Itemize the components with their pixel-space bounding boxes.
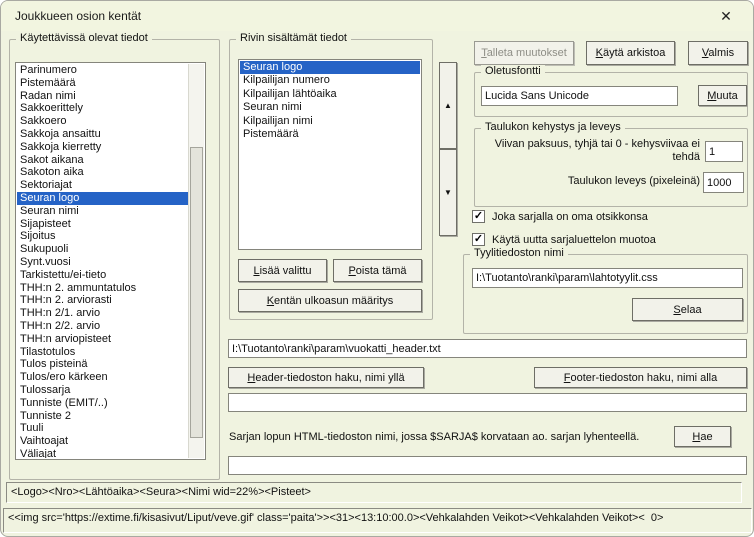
list-item[interactable]: THH:n 2/1. arvio <box>17 307 188 320</box>
change-font-button[interactable]: Muuta <box>698 85 747 106</box>
scrollbar-thumb[interactable] <box>190 147 203 439</box>
default-font-group-label: Oletusfontti <box>481 65 545 77</box>
list-item[interactable]: Kilpailijan lähtöaika <box>240 88 420 101</box>
list-item[interactable]: Tunniste 2 <box>17 410 188 423</box>
save-changes-button[interactable]: Talleta muutokset <box>474 41 574 65</box>
up-arrow-icon: ▲ <box>444 101 452 110</box>
row-fields-group: Rivin sisältämät tiedot Seuran logoKilpa… <box>229 39 433 320</box>
table-frame-group: Taulukon kehystys ja leveys Viivan paksu… <box>474 128 748 207</box>
list-item[interactable]: Synt.vuosi <box>17 256 188 269</box>
list-item[interactable]: THH:n 2. ammuntatulos <box>17 282 188 295</box>
list-item[interactable]: Kilpailijan nimi <box>240 115 420 128</box>
list-item[interactable]: Tilastotulos <box>17 346 188 359</box>
available-fields-group: Käytettävissä olevat tiedot ParinumeroPi… <box>9 39 220 480</box>
row-preview-status: <<img src='https://extime.fi/kisasivut/L… <box>3 508 752 533</box>
border-thickness-input[interactable] <box>705 141 743 162</box>
list-item[interactable]: Tulos pisteinä <box>17 358 188 371</box>
field-layout-button[interactable]: Kentän ulkoasun määritys <box>238 289 422 312</box>
list-item[interactable]: Sektoriajat <box>17 179 188 192</box>
fetch-button[interactable]: Hae <box>674 426 731 447</box>
list-item[interactable]: Sijoitus <box>17 230 188 243</box>
browse-button[interactable]: Selaa <box>632 298 743 321</box>
border-thickness-label: Viivan paksuus, tyhjä tai 0 - kehysviiva… <box>482 138 700 163</box>
style-file-input[interactable] <box>472 268 743 288</box>
list-item[interactable]: Tunniste (EMIT/..) <box>17 397 188 410</box>
table-frame-group-label: Taulukon kehystys ja leveys <box>481 121 625 133</box>
table-width-label: Taulukon leveys (pixeleinä) <box>482 175 700 187</box>
list-item[interactable]: Pistemäärä <box>240 128 420 141</box>
list-item[interactable]: Seuran logo <box>240 61 420 74</box>
list-item[interactable]: Sakoton aika <box>17 166 188 179</box>
available-fields-listbox[interactable]: ParinumeroPistemääräRadan nimiSakkoeritt… <box>15 62 206 460</box>
list-item[interactable]: Kilpailijan numero <box>240 74 420 87</box>
move-down-button[interactable]: ▼ <box>439 149 457 236</box>
list-item[interactable]: Pistemäärä <box>17 77 188 90</box>
checkbox-check-icon: ✓ <box>472 233 485 246</box>
row-template-status: <Logo><Nro><Lähtöaika><Seura><Nimi wid=2… <box>6 482 742 503</box>
own-heading-checkbox-label: Joka sarjalla on oma otsikkonsa <box>492 211 648 223</box>
footer-file-button[interactable]: Footer-tiedoston haku, nimi alla <box>534 367 747 388</box>
list-item[interactable]: Sakkoja kierretty <box>17 141 188 154</box>
list-item[interactable]: Väliajat <box>17 448 188 458</box>
list-item[interactable]: Vaihtoajat <box>17 435 188 448</box>
list-item[interactable]: Seuran nimi <box>17 205 188 218</box>
checkbox-check-icon: ✓ <box>472 210 485 223</box>
add-selected-button[interactable]: Lisää valittu <box>238 259 327 282</box>
series-end-html-input[interactable] <box>228 456 747 475</box>
list-item[interactable]: Sijapisteet <box>17 218 188 231</box>
list-item[interactable]: Parinumero <box>17 64 188 77</box>
remove-this-button[interactable]: Poista tämä <box>333 259 422 282</box>
list-item[interactable]: Sakkoerittely <box>17 102 188 115</box>
list-item[interactable]: THH:n 2. arviorasti <box>17 294 188 307</box>
new-series-list-checkbox-label: Käytä uutta sarjaluettelon muotoa <box>492 234 656 246</box>
close-icon[interactable]: ✕ <box>711 5 741 27</box>
use-archive-button[interactable]: Käytä arkistoa <box>586 41 675 65</box>
move-up-button[interactable]: ▲ <box>439 62 457 149</box>
window-title: Joukkueen osion kentät <box>15 9 141 23</box>
done-button[interactable]: Valmis <box>688 41 748 65</box>
list-item[interactable]: Sakkoja ansaittu <box>17 128 188 141</box>
titlebar: Joukkueen osion kentät ✕ <box>1 1 753 31</box>
table-width-input[interactable] <box>703 172 744 193</box>
default-font-input[interactable] <box>481 86 678 106</box>
row-fields-listbox[interactable]: Seuran logoKilpailijan numeroKilpailijan… <box>238 59 422 250</box>
style-file-group-label: Tyylitiedoston nimi <box>470 247 568 259</box>
header-file-input[interactable] <box>228 339 747 358</box>
list-item[interactable]: Seuran nimi <box>240 101 420 114</box>
footer-file-input[interactable] <box>228 393 747 412</box>
list-item[interactable]: THH:n 2/2. arvio <box>17 320 188 333</box>
scrollbar[interactable] <box>188 64 204 458</box>
list-item[interactable]: Radan nimi <box>17 90 188 103</box>
list-item[interactable]: Tarkistettu/ei-tieto <box>17 269 188 282</box>
list-item[interactable]: Seuran logo <box>17 192 188 205</box>
list-item[interactable]: Tulossarja <box>17 384 188 397</box>
available-fields-group-label: Käytettävissä olevat tiedot <box>16 32 152 44</box>
list-item[interactable]: THH:n arviopisteet <box>17 333 188 346</box>
dialog-window: Joukkueen osion kentät ✕ Käytettävissä o… <box>0 0 754 537</box>
list-item[interactable]: Sukupuoli <box>17 243 188 256</box>
list-item[interactable]: Sakkoero <box>17 115 188 128</box>
list-item[interactable]: Tulos/ero kärkeen <box>17 371 188 384</box>
header-file-button[interactable]: Header-tiedoston haku, nimi yllä <box>228 367 424 388</box>
list-item[interactable]: Tuuli <box>17 422 188 435</box>
own-heading-checkbox[interactable]: ✓ Joka sarjalla on oma otsikkonsa <box>472 210 648 223</box>
list-item[interactable]: Sakot aikana <box>17 154 188 167</box>
down-arrow-icon: ▼ <box>444 188 452 197</box>
style-file-group: Tyylitiedoston nimi Selaa <box>463 254 748 334</box>
new-series-list-checkbox[interactable]: ✓ Käytä uutta sarjaluettelon muotoa <box>472 233 656 246</box>
row-fields-group-label: Rivin sisältämät tiedot <box>236 32 351 44</box>
default-font-group: Oletusfontti Muuta <box>474 72 748 117</box>
series-end-html-label: Sarjan lopun HTML-tiedoston nimi, jossa … <box>229 431 639 443</box>
